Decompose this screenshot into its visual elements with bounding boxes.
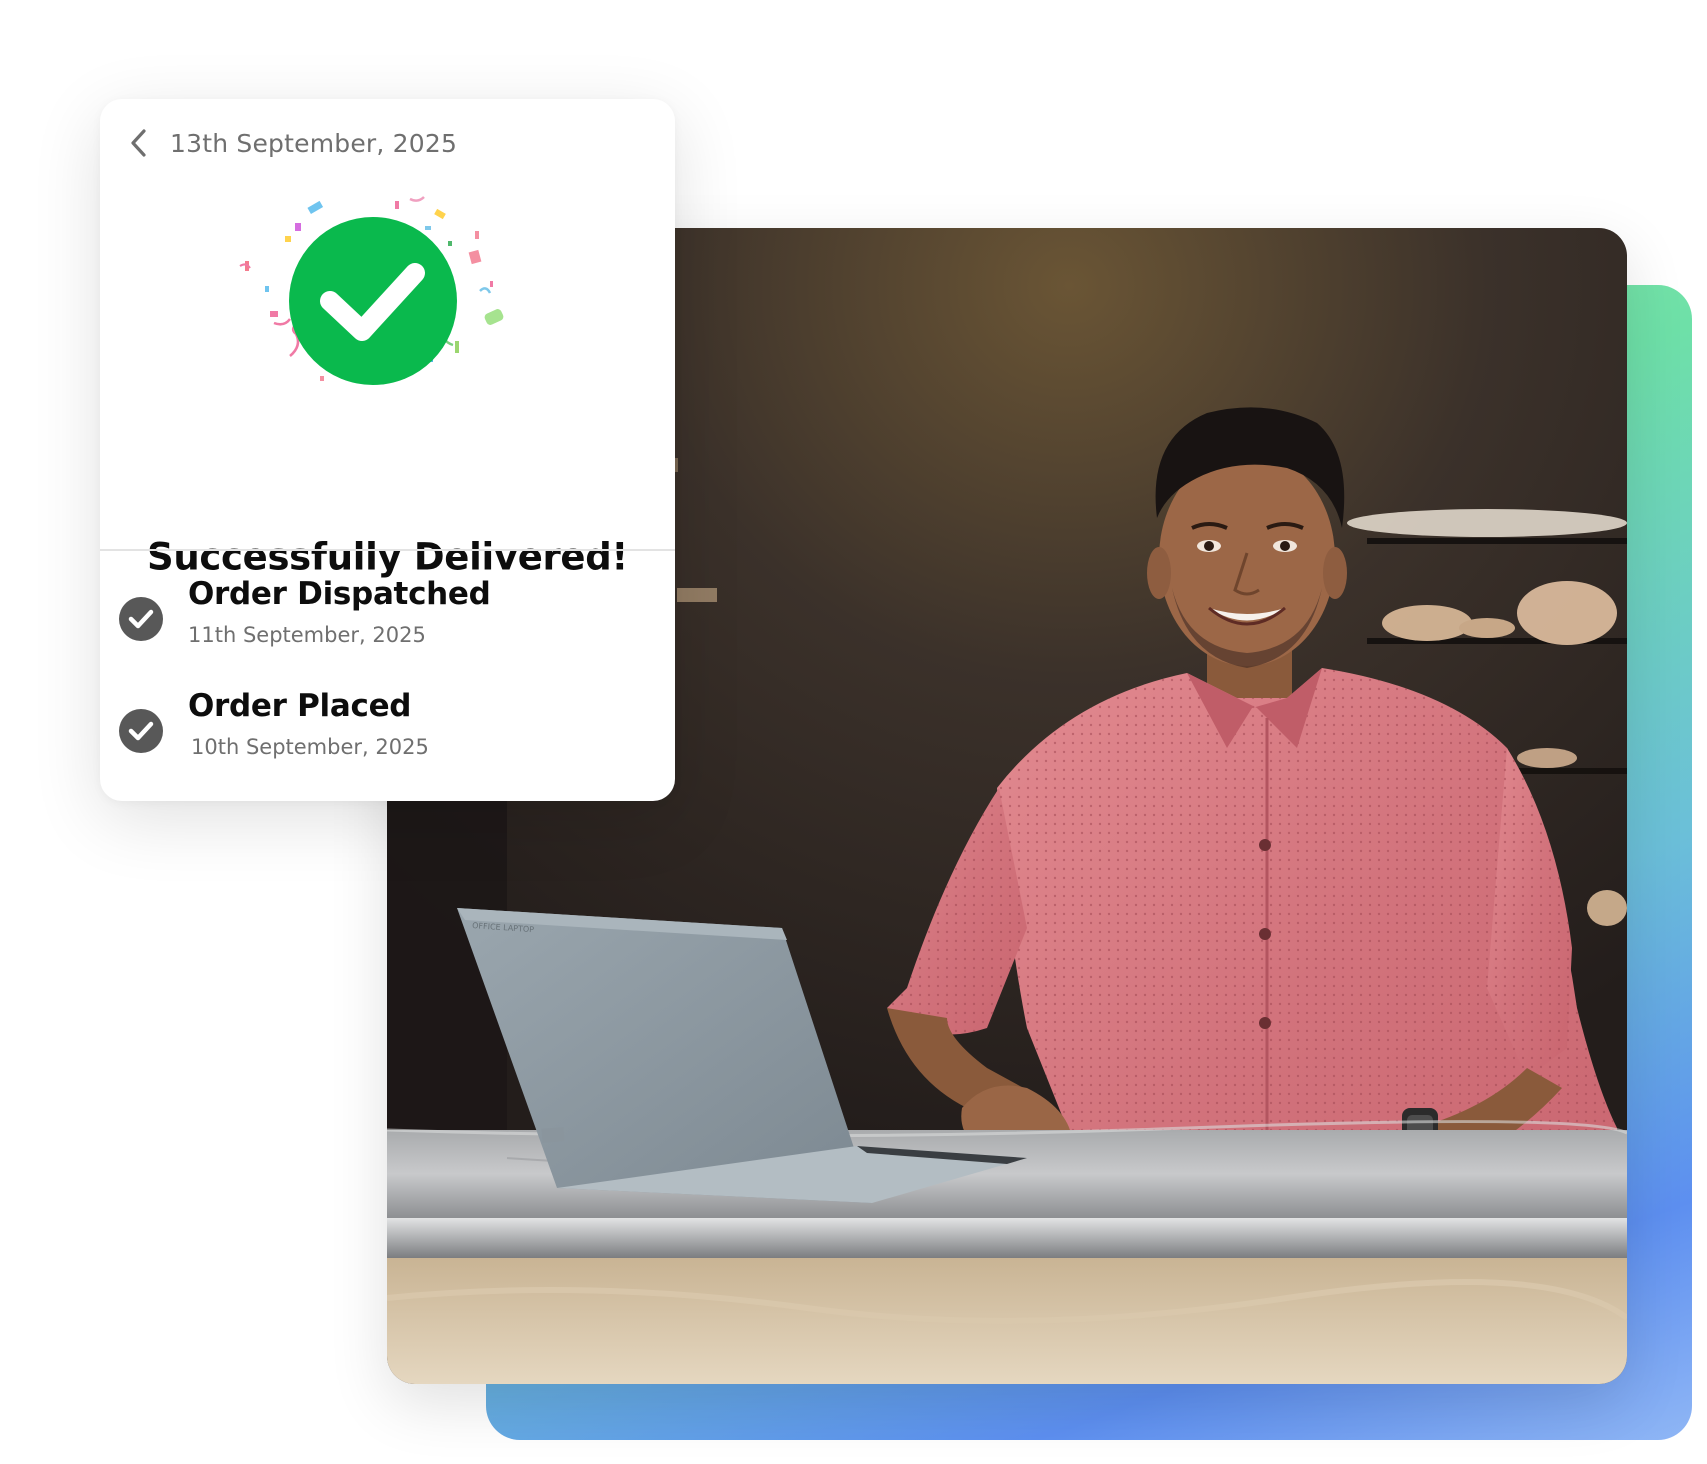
delivery-status-card: 13th September, 2025 Successfully Delive… xyxy=(100,99,675,801)
success-title: Successfully Delivered! xyxy=(147,535,628,579)
timeline-step-placed: Order Placed 10th September, 2025 xyxy=(118,686,429,759)
hero-illustration: OFFICE LAPTOP 13th September, 2025 Succe… xyxy=(0,0,1707,1464)
step-title: Order Placed xyxy=(188,688,412,724)
step-date: 10th September, 2025 xyxy=(191,735,429,759)
step-date: 11th September, 2025 xyxy=(188,623,426,647)
chevron-left-icon[interactable] xyxy=(122,123,156,163)
check-circle-icon xyxy=(230,191,510,421)
check-circle-icon xyxy=(118,596,164,642)
step-title: Order Dispatched xyxy=(188,576,491,612)
divider xyxy=(100,549,675,551)
check-circle-icon xyxy=(118,708,164,754)
card-header: 13th September, 2025 xyxy=(122,119,457,167)
header-date: 13th September, 2025 xyxy=(170,128,458,158)
timeline-step-dispatched: Order Dispatched 11th September, 2025 xyxy=(118,574,491,647)
